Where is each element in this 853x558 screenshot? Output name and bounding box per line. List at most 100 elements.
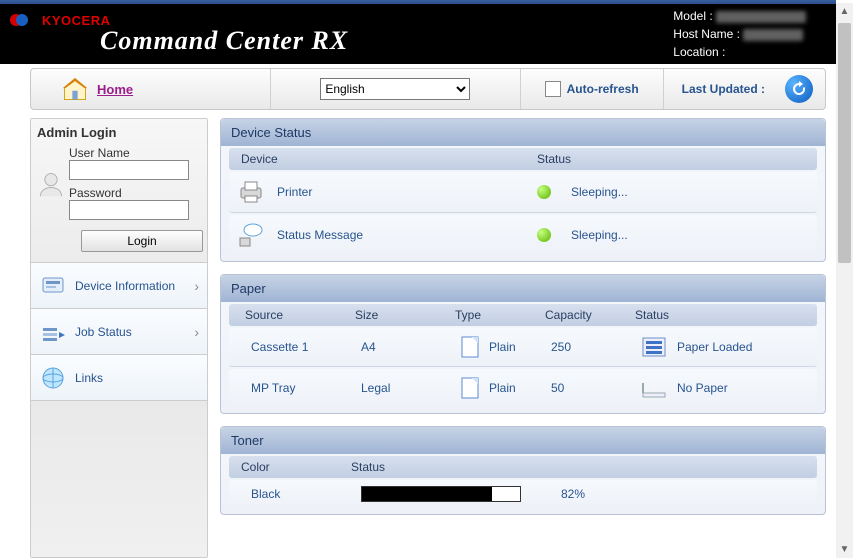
- table-row: Status Message Sleeping...: [229, 215, 817, 255]
- status-message-icon: [237, 221, 265, 249]
- paper-capacity: 250: [551, 340, 641, 354]
- sidebar-item-device-information[interactable]: Device Information ›: [31, 263, 207, 309]
- sidebar-item-label: Device Information: [75, 279, 175, 293]
- model-value: [716, 11, 806, 23]
- chevron-right-icon: ›: [194, 278, 199, 294]
- job-status-icon: [39, 318, 67, 346]
- auto-refresh-checkbox[interactable]: [545, 81, 561, 97]
- device-status-panel: Device Status Device Status Printer: [220, 118, 826, 262]
- col-color: Color: [241, 460, 351, 474]
- panel-title: Paper: [221, 275, 825, 302]
- paper-type: Plain: [489, 340, 516, 354]
- paper-type: Plain: [489, 381, 516, 395]
- header: KYOCERA Command Center RX Model : Host N…: [0, 4, 836, 64]
- login-title: Admin Login: [37, 125, 201, 140]
- paper-type-icon: [461, 377, 479, 399]
- paper-panel: Paper Source Size Type Capacity Status C…: [220, 274, 826, 414]
- paper-capacity: 50: [551, 381, 641, 395]
- toner-color: Black: [251, 487, 361, 501]
- sidebar-item-job-status[interactable]: Job Status ›: [31, 309, 207, 355]
- language-select[interactable]: English: [320, 78, 470, 100]
- home-section: Home: [31, 69, 271, 109]
- paper-status: No Paper: [677, 381, 728, 395]
- login-section: Admin Login User Name Password: [31, 119, 207, 263]
- toolbar: Home English Auto-refresh Last Updated :: [30, 68, 826, 110]
- auto-refresh-section: Auto-refresh: [521, 69, 664, 109]
- table-row: Black 82%: [229, 480, 817, 508]
- location-label: Location :: [673, 45, 725, 59]
- toner-percent: 82%: [561, 487, 809, 501]
- toner-panel: Toner Color Status Black: [220, 426, 826, 515]
- scrollbar-down-icon[interactable]: ▼: [836, 541, 853, 558]
- refresh-icon: [790, 80, 808, 98]
- chevron-right-icon: ›: [194, 324, 199, 340]
- last-updated-label: Last Updated :: [682, 82, 765, 96]
- paper-loaded-icon: [641, 334, 667, 360]
- username-label: User Name: [69, 146, 201, 160]
- paper-source: Cassette 1: [251, 340, 361, 354]
- refresh-section: Last Updated :: [664, 75, 825, 103]
- product-suffix: RX: [311, 26, 348, 55]
- globe-icon: [39, 364, 67, 392]
- paper-size: Legal: [361, 381, 461, 395]
- paper-header: Source Size Type Capacity Status: [229, 304, 817, 326]
- device-status-header: Device Status: [229, 148, 817, 170]
- table-row: Cassette 1 A4 Plain 250 Paper Loaded: [229, 328, 817, 367]
- toner-level-fill: [362, 487, 492, 501]
- home-icon: [61, 75, 89, 103]
- product-title: Command Center RX: [100, 26, 348, 56]
- username-input[interactable]: [69, 160, 189, 180]
- password-input[interactable]: [69, 200, 189, 220]
- scrollbar-up-icon[interactable]: ▲: [836, 3, 853, 20]
- toner-level-bar: [361, 486, 521, 502]
- login-button[interactable]: Login: [81, 230, 203, 252]
- host-value: [743, 29, 803, 41]
- col-status: Status: [635, 308, 809, 322]
- device-status-text: Sleeping...: [571, 228, 628, 242]
- device-info-icon: [39, 272, 67, 300]
- user-avatar-icon: [37, 170, 65, 198]
- paper-type-icon: [461, 336, 479, 358]
- paper-source: MP Tray: [251, 381, 361, 395]
- password-label: Password: [69, 186, 201, 200]
- table-row: Printer Sleeping...: [229, 172, 817, 213]
- device-name: Printer: [277, 185, 312, 199]
- language-section: English: [271, 69, 521, 109]
- sidebar-item-label: Links: [75, 371, 103, 385]
- col-source: Source: [245, 308, 355, 322]
- device-status-text: Sleeping...: [571, 185, 628, 199]
- table-row: MP Tray Legal Plain 50 No Paper: [229, 369, 817, 407]
- panel-title: Device Status: [221, 119, 825, 146]
- status-indicator-icon: [537, 228, 551, 242]
- brand-logo: KYOCERA: [10, 13, 111, 28]
- col-type: Type: [455, 308, 545, 322]
- vertical-scrollbar[interactable]: ▲ ▼: [836, 3, 853, 558]
- col-status: Status: [351, 460, 551, 474]
- device-name: Status Message: [277, 228, 363, 242]
- col-size: Size: [355, 308, 455, 322]
- paper-status: Paper Loaded: [677, 340, 752, 354]
- sidebar: Admin Login User Name Password: [30, 118, 208, 558]
- panel-title: Toner: [221, 427, 825, 454]
- kyocera-logo-icon: [10, 14, 22, 26]
- printer-icon: [237, 178, 265, 206]
- model-label: Model :: [673, 9, 712, 23]
- toner-header: Color Status: [229, 456, 817, 478]
- host-label: Host Name :: [673, 27, 740, 41]
- status-indicator-icon: [537, 185, 551, 199]
- auto-refresh-label: Auto-refresh: [567, 82, 639, 96]
- paper-size: A4: [361, 340, 461, 354]
- home-link[interactable]: Home: [97, 82, 133, 97]
- scrollbar-thumb[interactable]: [838, 23, 851, 263]
- sidebar-item-label: Job Status: [75, 325, 132, 339]
- sidebar-filler: [31, 401, 207, 557]
- col-capacity: Capacity: [545, 308, 635, 322]
- product-name: Command Center: [100, 26, 304, 55]
- sidebar-item-links[interactable]: Links: [31, 355, 207, 401]
- col-device: Device: [241, 152, 278, 166]
- col-status: Status: [537, 152, 571, 166]
- main-content: Device Status Device Status Printer: [220, 118, 826, 558]
- refresh-button[interactable]: [785, 75, 813, 103]
- no-paper-icon: [641, 375, 667, 401]
- host-info: Model : Host Name : Location :: [673, 7, 836, 61]
